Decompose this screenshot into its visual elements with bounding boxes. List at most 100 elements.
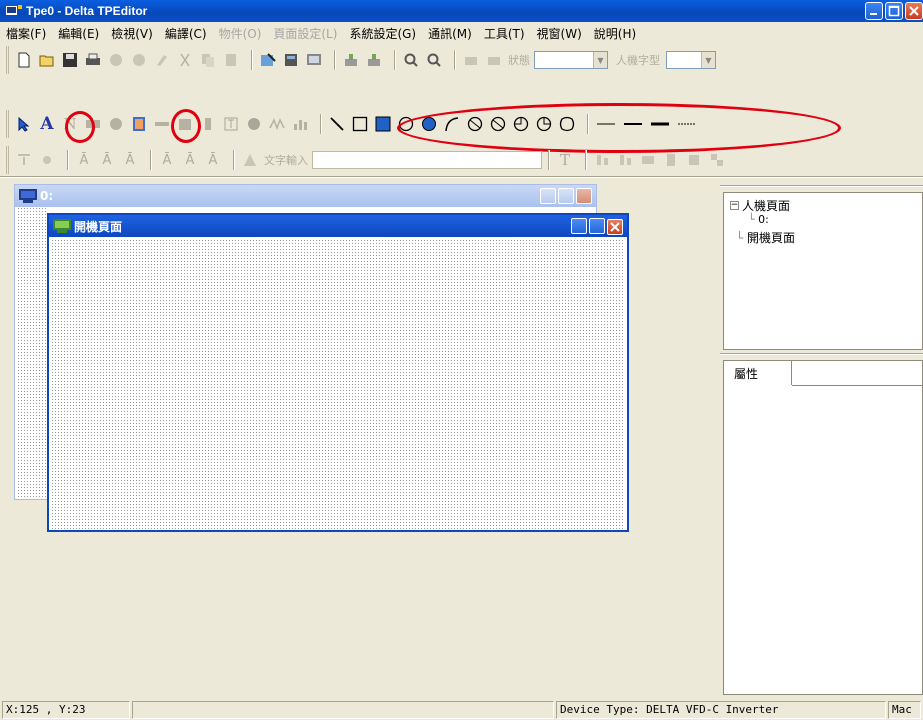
collapse-icon[interactable]: − bbox=[730, 201, 739, 210]
valign-middle-icon[interactable]: Ā bbox=[181, 151, 199, 169]
rectangle-tool-icon[interactable] bbox=[351, 115, 369, 133]
maximize-button[interactable] bbox=[589, 218, 605, 234]
distribute-v-icon[interactable] bbox=[616, 151, 634, 169]
window-title: Tpe0 - Delta TPEditor bbox=[26, 4, 148, 18]
state-combo[interactable]: ▼ bbox=[534, 51, 608, 69]
valign-bottom-icon[interactable]: Ā bbox=[204, 151, 222, 169]
text-tool-icon[interactable]: T bbox=[556, 151, 574, 169]
machine-status: Mac bbox=[888, 700, 921, 719]
menu-edit[interactable]: 編輯(E) bbox=[58, 25, 99, 42]
status-bar: X:125 , Y:23 Device Type: DELTA VFD-C In… bbox=[0, 699, 923, 720]
group-icon[interactable] bbox=[708, 151, 726, 169]
screen-icon[interactable] bbox=[305, 51, 323, 69]
align-top-icon[interactable] bbox=[15, 151, 33, 169]
menu-page-settings[interactable]: 頁面設定(L) bbox=[273, 25, 337, 42]
menu-system-settings[interactable]: 系統設定(G) bbox=[349, 25, 416, 42]
menu-window[interactable]: 視窗(W) bbox=[537, 25, 582, 42]
properties-tab-label: 屬性 bbox=[734, 366, 759, 381]
close-button[interactable] bbox=[607, 219, 623, 235]
copy-icon[interactable] bbox=[199, 51, 217, 69]
menu-communication[interactable]: 通訊(M) bbox=[428, 25, 472, 42]
menu-compile[interactable]: 編譯(C) bbox=[165, 25, 207, 42]
page-icon[interactable] bbox=[282, 51, 300, 69]
hmi-type-combo[interactable]: ▼ bbox=[666, 51, 716, 69]
menu-bar: 檔案(F) 編輯(E) 檢視(V) 編譯(C) 物件(O) 頁面設定(L) 系統… bbox=[0, 22, 923, 44]
paste-icon[interactable] bbox=[222, 51, 240, 69]
switch-icon[interactable] bbox=[199, 115, 217, 133]
menu-tools[interactable]: 工具(T) bbox=[484, 25, 525, 42]
lamp-icon[interactable] bbox=[107, 115, 125, 133]
boot-page-canvas[interactable] bbox=[51, 239, 625, 529]
font-icon[interactable] bbox=[241, 151, 259, 169]
toolbar-separator bbox=[251, 50, 253, 70]
zoom-out-icon[interactable] bbox=[425, 51, 443, 69]
layer-up-icon[interactable] bbox=[462, 51, 480, 69]
tree-node-child[interactable]: └ 0: bbox=[748, 213, 769, 226]
same-width-icon[interactable] bbox=[639, 151, 657, 169]
boot-page-window-titlebar[interactable]: 開機頁面 bbox=[49, 215, 627, 237]
text-align-center-icon[interactable]: Ā bbox=[98, 151, 116, 169]
brush-icon[interactable] bbox=[153, 51, 171, 69]
tree-node-child-label: 0: bbox=[758, 213, 769, 226]
state-label: 狀態 bbox=[508, 54, 530, 67]
page-window-0-titlebar[interactable]: 0: bbox=[15, 185, 596, 207]
edit-page-icon[interactable] bbox=[259, 51, 277, 69]
minimize-button[interactable] bbox=[865, 2, 883, 20]
same-size-icon[interactable] bbox=[685, 151, 703, 169]
minimize-button[interactable] bbox=[571, 218, 587, 234]
menu-object[interactable]: 物件(O) bbox=[219, 25, 262, 42]
close-button[interactable] bbox=[576, 188, 592, 204]
menu-view[interactable]: 檢視(V) bbox=[111, 25, 153, 42]
filled-rectangle-tool-icon[interactable] bbox=[374, 115, 392, 133]
print-icon[interactable] bbox=[84, 51, 102, 69]
trend-icon[interactable] bbox=[268, 115, 286, 133]
format-toolbar: Ā Ā Ā Ā Ā Ā 文字輸入 T bbox=[6, 146, 731, 174]
text-object-icon[interactable]: A bbox=[38, 114, 56, 134]
bar-icon[interactable] bbox=[153, 115, 171, 133]
layer-down-icon[interactable] bbox=[485, 51, 503, 69]
upload-icon[interactable] bbox=[107, 51, 125, 69]
line-tool-icon[interactable] bbox=[328, 115, 346, 133]
new-file-icon[interactable] bbox=[15, 51, 33, 69]
chevron-down-icon[interactable]: ▼ bbox=[593, 52, 607, 68]
page-canvas-0[interactable] bbox=[17, 207, 47, 497]
text-input-label: 文字輸入 bbox=[264, 154, 308, 167]
properties-tab[interactable]: 屬性 bbox=[724, 361, 792, 385]
standard-toolbar: 狀態 ▼ 人機字型 ▼ bbox=[6, 46, 716, 74]
circle-object-icon[interactable] bbox=[245, 115, 263, 133]
text-align-right-icon[interactable]: Ā bbox=[121, 151, 139, 169]
menu-help[interactable]: 說明(H) bbox=[594, 25, 636, 42]
minimize-button[interactable] bbox=[540, 188, 556, 204]
tree-node-root[interactable]: − 人機頁面 bbox=[730, 197, 790, 214]
distribute-h-icon[interactable] bbox=[593, 151, 611, 169]
menu-file[interactable]: 檔案(F) bbox=[6, 25, 46, 42]
tree-node-boot-label: 開機頁面 bbox=[747, 231, 796, 245]
boot-page-window[interactable]: 開機頁面 bbox=[47, 213, 629, 532]
highlight-ring-picture-tool bbox=[171, 109, 201, 143]
hmi-up-icon[interactable] bbox=[342, 51, 360, 69]
chart-object-icon[interactable] bbox=[291, 115, 309, 133]
hmi-down-icon[interactable] bbox=[365, 51, 383, 69]
picture-object-icon[interactable] bbox=[130, 115, 148, 133]
close-button[interactable] bbox=[905, 2, 923, 20]
maximize-button[interactable] bbox=[558, 188, 574, 204]
download-icon[interactable] bbox=[130, 51, 148, 69]
chevron-down-icon[interactable]: ▼ bbox=[701, 52, 715, 68]
page-window-0-title: 0: bbox=[40, 189, 54, 203]
title-bar[interactable]: Tpe0 - Delta TPEditor bbox=[0, 0, 923, 22]
maximize-button[interactable] bbox=[885, 2, 903, 20]
select-pointer-icon[interactable] bbox=[15, 115, 33, 133]
tree-node-boot[interactable]: └ 開機頁面 bbox=[736, 229, 795, 246]
valign-top-icon[interactable]: Ā bbox=[158, 151, 176, 169]
toolbar-separator bbox=[585, 150, 587, 170]
zoom-in-icon[interactable] bbox=[402, 51, 420, 69]
input-box-icon[interactable] bbox=[222, 115, 240, 133]
properties-divider bbox=[792, 385, 922, 386]
text-input-field[interactable] bbox=[312, 151, 542, 169]
open-folder-icon[interactable] bbox=[38, 51, 56, 69]
save-icon[interactable] bbox=[61, 51, 79, 69]
same-height-icon[interactable] bbox=[662, 151, 680, 169]
text-align-left-icon[interactable]: Ā bbox=[75, 151, 93, 169]
align-middle-icon[interactable] bbox=[38, 151, 56, 169]
cut-icon[interactable] bbox=[176, 51, 194, 69]
